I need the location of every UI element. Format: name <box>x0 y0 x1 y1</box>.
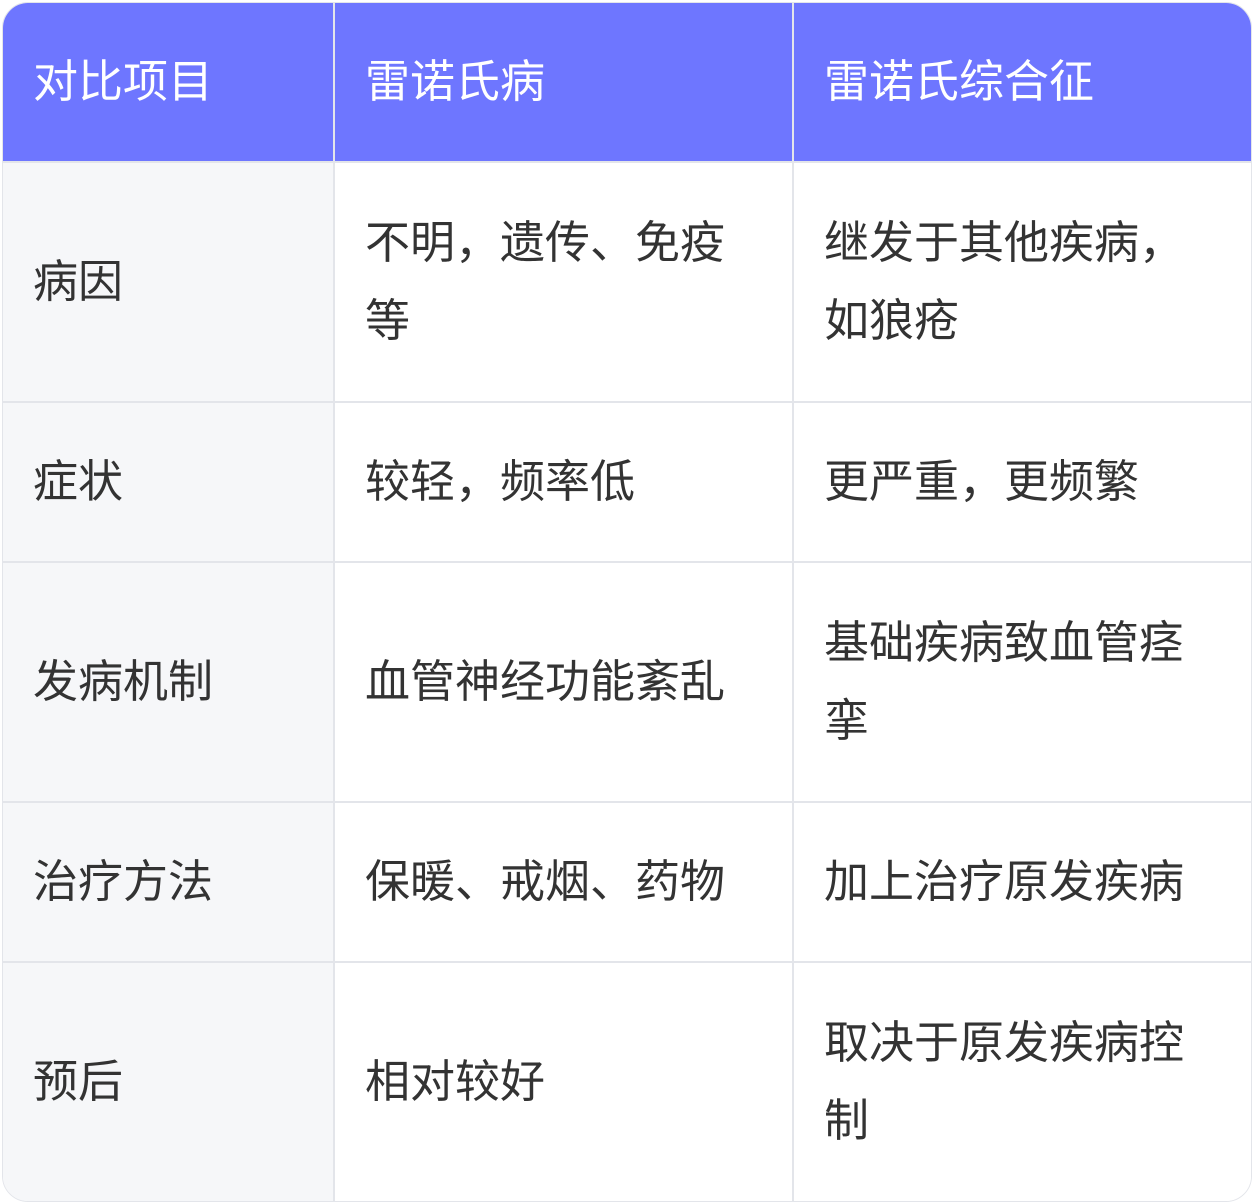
cell-syndrome-symptoms: 更严重，更频繁 <box>792 401 1251 563</box>
table-row: 发病机制 血管神经功能紊乱 基础疾病致血管痉挛 <box>3 561 1251 803</box>
header-raynauds-syndrome: 雷诺氏综合征 <box>792 3 1251 163</box>
cell-disease-treatment: 保暖、戒烟、药物 <box>333 801 794 963</box>
comparison-table-grid: 对比项目 雷诺氏病 雷诺氏综合征 病因 不明，遗传、免疫等 继发于其他疾病，如狼… <box>3 3 1251 1201</box>
row-label-treatment: 治疗方法 <box>3 801 335 963</box>
header-row: 对比项目 雷诺氏病 雷诺氏综合征 <box>3 3 1251 163</box>
row-label-symptoms: 症状 <box>3 401 335 563</box>
cell-syndrome-cause: 继发于其他疾病，如狼疮 <box>792 161 1251 403</box>
row-label-mechanism: 发病机制 <box>3 561 335 803</box>
table-body: 病因 不明，遗传、免疫等 继发于其他疾病，如狼疮 症状 较轻，频率低 更严重，更… <box>3 161 1251 1201</box>
cell-disease-prognosis: 相对较好 <box>333 961 794 1201</box>
cell-syndrome-treatment: 加上治疗原发疾病 <box>792 801 1251 963</box>
row-label-prognosis: 预后 <box>3 961 335 1201</box>
header-raynauds-disease: 雷诺氏病 <box>333 3 794 163</box>
cell-disease-cause: 不明，遗传、免疫等 <box>333 161 794 403</box>
row-label-cause: 病因 <box>3 161 335 403</box>
table-row: 预后 相对较好 取决于原发疾病控制 <box>3 961 1251 1201</box>
table-row: 症状 较轻，频率低 更严重，更频繁 <box>3 401 1251 563</box>
comparison-table: 对比项目 雷诺氏病 雷诺氏综合征 病因 不明，遗传、免疫等 继发于其他疾病，如狼… <box>2 2 1252 1202</box>
cell-syndrome-prognosis: 取决于原发疾病控制 <box>792 961 1251 1201</box>
table-row: 病因 不明，遗传、免疫等 继发于其他疾病，如狼疮 <box>3 161 1251 403</box>
table-header: 对比项目 雷诺氏病 雷诺氏综合征 <box>3 3 1251 163</box>
cell-syndrome-mechanism: 基础疾病致血管痉挛 <box>792 561 1251 803</box>
table-row: 治疗方法 保暖、戒烟、药物 加上治疗原发疾病 <box>3 801 1251 963</box>
cell-disease-symptoms: 较轻，频率低 <box>333 401 794 563</box>
cell-disease-mechanism: 血管神经功能紊乱 <box>333 561 794 803</box>
header-compare-item: 对比项目 <box>3 3 335 163</box>
